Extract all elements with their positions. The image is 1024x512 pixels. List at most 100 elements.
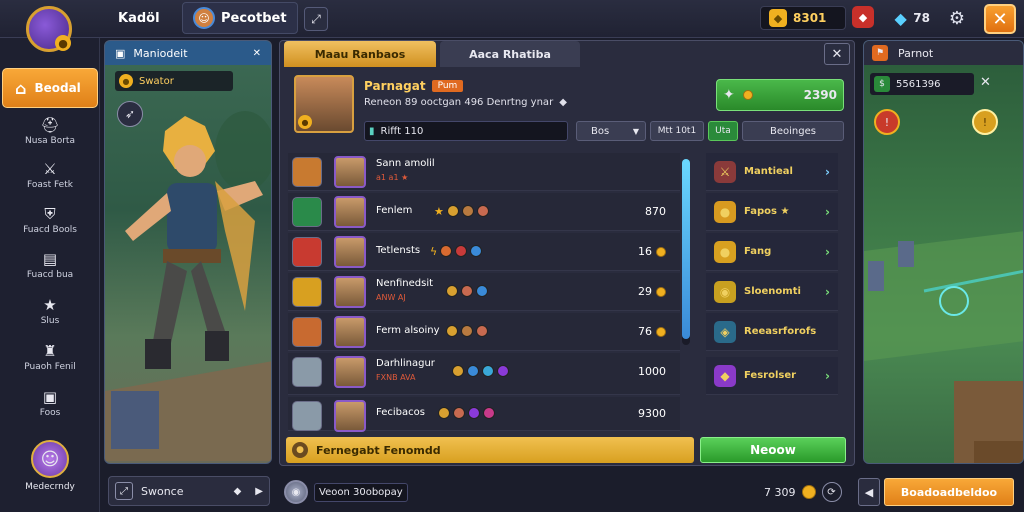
swords-icon: ⚔ — [714, 160, 736, 183]
category-item[interactable]: ◈ Reeasrforofs — [706, 313, 838, 351]
ruby-icon[interactable]: ◆ — [852, 6, 874, 28]
status-bar[interactable]: ● Fernegabt Fenomdd — [286, 437, 694, 463]
gem-counter[interactable]: ◆ 78 — [886, 6, 938, 30]
gem-icon — [446, 285, 458, 297]
hero-panel-header: ▣ Maniodeit ✕ — [105, 41, 271, 65]
profile-button[interactable]: ☺ Medecrndy — [14, 440, 86, 508]
tab-inactive[interactable]: Aaca Rhatiba — [440, 41, 580, 67]
tab-active[interactable]: Maau Ranbaos — [284, 41, 436, 67]
rune-icon: ◈ — [714, 320, 736, 343]
filter-dropdown-1[interactable]: Bos ▼ — [576, 121, 646, 141]
back-button[interactable]: ◀ — [858, 478, 880, 506]
gem-slots — [438, 407, 495, 419]
list-item[interactable]: Nenfinedsit ANW AJ 29 — [288, 273, 680, 311]
category-label: Fang — [744, 246, 772, 257]
filter-button[interactable]: Beoinges — [742, 121, 844, 141]
panel-close-button[interactable]: ✕ — [824, 43, 850, 65]
list-item[interactable]: Ferm alsoiny 76 — [288, 313, 680, 351]
bottom-input-row[interactable]: ◉ Veoon 30obopay — [284, 478, 420, 506]
row-sub: a1 a1 ★ — [376, 173, 409, 182]
filter-dropdown-2[interactable]: Mtt 10t1 — [650, 121, 704, 141]
close-button[interactable]: ✕ — [984, 4, 1016, 34]
expand-icon[interactable]: ⤢ — [115, 482, 133, 500]
next-arrow-icon[interactable]: ▶ — [255, 486, 263, 497]
filter-toggle[interactable]: Uta — [708, 121, 738, 141]
category-item[interactable]: ◉ Sloenomti › — [706, 273, 838, 311]
chevron-right-icon: › — [825, 368, 830, 383]
bottom-input[interactable]: Veoon 30obopay — [314, 482, 408, 502]
hero-name-row: Parnagat Pum — [364, 79, 464, 93]
coin-icon: ● — [714, 200, 736, 223]
coin-icon: ● — [119, 74, 133, 88]
tab-active-label: Maau Ranbaos — [314, 47, 406, 61]
filter-button-label: Beoinges — [770, 125, 816, 137]
info-icon[interactable]: ◆ — [559, 97, 567, 108]
sidebar-item-3[interactable]: ▤ Fuacd bua — [6, 246, 94, 286]
search-input[interactable]: ▮ Rifft 110 — [364, 121, 568, 141]
scrollbar-thumb[interactable] — [682, 159, 690, 339]
list-item[interactable]: Fenlem ★ 870 — [288, 193, 680, 231]
map-marker-icon[interactable]: ! — [874, 109, 900, 135]
list-scrollbar[interactable] — [682, 159, 690, 345]
sidebar-item-0[interactable]: ⛑ Nusa Borta — [6, 112, 94, 152]
right-panel-value: 5561396 — [896, 78, 941, 90]
action-button-label: Boadoadbeldoo — [900, 485, 998, 499]
gem-icon — [476, 205, 489, 217]
category-label: Reeasrforofs — [744, 326, 817, 337]
player-avatar[interactable]: ● — [26, 6, 72, 52]
tab-main[interactable]: Kadöl — [108, 2, 170, 34]
right-value-bar: $ 5561396 — [870, 73, 974, 95]
hero-portrait[interactable]: ● — [294, 75, 354, 133]
category-item[interactable]: ● Fapos ★ › — [706, 193, 838, 231]
right-panel-title: Parnot — [898, 46, 934, 60]
gem-icon — [453, 407, 465, 419]
sidebar-item-6[interactable]: ▣ Foos — [6, 384, 94, 424]
sidebar-item-4[interactable]: ★ Slus — [6, 292, 94, 332]
sword-icon: ⚔ — [43, 160, 57, 178]
reward-box[interactable]: ✦ 2390 — [716, 79, 844, 111]
list-item[interactable]: Darhlinagur FXNB AVA 1000 — [288, 353, 680, 395]
gem-icon — [452, 365, 464, 377]
level-icon: ● — [298, 115, 312, 129]
gem-icon — [476, 285, 488, 297]
sidebar-item-1[interactable]: ⚔ Foast Fetk — [6, 156, 94, 196]
quest-icon[interactable]: ! — [972, 109, 998, 135]
sidebar-item-label: Nusa Borta — [25, 136, 75, 146]
row-sub: FXNB AVA — [376, 373, 416, 382]
gem-icon — [468, 407, 480, 419]
row-name: Fecibacos — [376, 407, 425, 418]
category-item[interactable]: ◆ Fesrolser › — [706, 357, 838, 395]
row-value-text: 76 — [638, 325, 652, 338]
right-close-icon[interactable]: ✕ — [980, 75, 991, 90]
flag-icon: ⚑ — [872, 45, 888, 61]
sidebar-item-label: Foast Fetk — [27, 180, 73, 190]
coin-icon — [801, 485, 816, 499]
list-item[interactable]: Sann amolil a1 a1 ★ — [288, 153, 680, 191]
category-item[interactable]: ⚔ Mantieal › — [706, 153, 838, 191]
status-bar-label: Fernegabt Fenomdd — [316, 443, 441, 457]
gold-value: 8301 — [793, 11, 827, 25]
refresh-icon[interactable]: ⟳ — [821, 482, 842, 502]
close-small-icon[interactable]: ✕ — [253, 48, 261, 59]
row-value: 9300 — [638, 407, 666, 420]
sidebar-item-home[interactable]: ⌂ Beodal — [2, 68, 98, 108]
search-value: Rifft 110 — [380, 125, 424, 137]
portrait-icon — [334, 400, 366, 432]
confirm-button-label: Neoow — [750, 443, 796, 457]
action-button[interactable]: Boadoadbeldoo — [884, 478, 1014, 506]
settings-gear-icon[interactable]: ⚙ — [946, 7, 968, 29]
sidebar-item-label: Fuacd Bools — [23, 225, 77, 235]
sidebar-item-5[interactable]: ♜ Puaoh Fenil — [6, 338, 94, 378]
confirm-button[interactable]: Neoow — [700, 437, 846, 463]
tab-second[interactable]: ☺ Pecotbet — [182, 2, 298, 34]
gem-icon — [470, 245, 483, 257]
gold-counter[interactable]: ◆ 8301 — [760, 6, 846, 30]
gem-icon — [461, 285, 473, 297]
list-item[interactable]: Tetlensts ϟ 16 — [288, 233, 680, 271]
expand-button[interactable]: ⤢ — [304, 7, 328, 31]
sidebar-item-2[interactable]: ⛨ Fuacd Bools — [6, 201, 94, 241]
portal-icon: ◉ — [284, 480, 308, 504]
list-item[interactable]: Fecibacos 9300 — [288, 397, 680, 432]
filter2-label: Mtt 10t1 — [657, 126, 697, 136]
category-item[interactable]: ● Fang › — [706, 233, 838, 271]
